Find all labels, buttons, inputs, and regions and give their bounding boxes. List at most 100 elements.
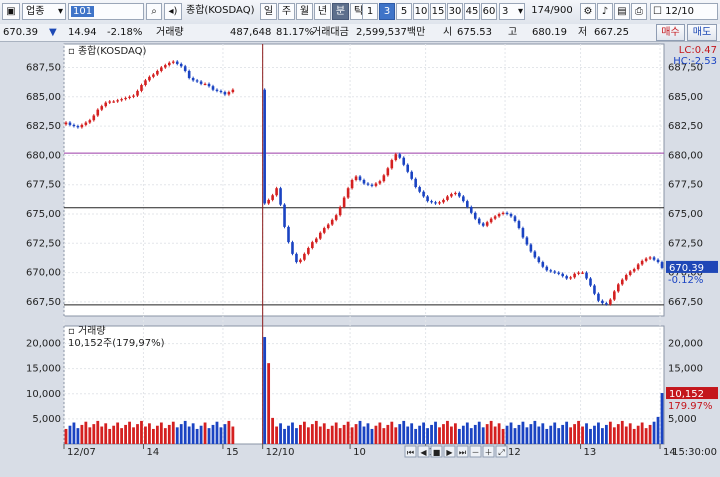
candle-body bbox=[295, 253, 298, 263]
volume-bar bbox=[195, 428, 199, 444]
price-change: 14.94 bbox=[68, 27, 97, 38]
volume-bar bbox=[465, 422, 469, 444]
tab-minute[interactable]: 분 bbox=[332, 3, 349, 20]
volume-bar bbox=[132, 427, 135, 444]
candle-body bbox=[521, 228, 525, 238]
candle-body bbox=[219, 90, 223, 93]
candle-body bbox=[517, 221, 521, 229]
candle-body bbox=[569, 277, 572, 279]
volume-bar bbox=[569, 427, 573, 444]
volume-bar bbox=[287, 425, 290, 444]
volume-bar bbox=[299, 424, 302, 444]
volume-bar bbox=[354, 424, 358, 444]
tab-week[interactable]: 주 bbox=[278, 3, 295, 20]
sell-button[interactable]: 매도 bbox=[687, 24, 717, 41]
crosshair-time-label: 15:30:00 bbox=[672, 447, 717, 458]
candle-body bbox=[640, 260, 644, 265]
volume-bar bbox=[565, 421, 569, 444]
price-tick-label-right: 682,50 bbox=[668, 121, 703, 132]
window-icon[interactable]: ▣ bbox=[2, 3, 20, 20]
volume-bar bbox=[616, 424, 620, 444]
candle-body bbox=[477, 218, 481, 224]
volume-bar bbox=[271, 417, 275, 444]
price-tick-label-left: 685,00 bbox=[26, 92, 61, 103]
hc-label: HC:-2.53 bbox=[673, 56, 717, 67]
first-icon-glyph: ⏮ bbox=[407, 448, 414, 457]
tab-day[interactable]: 일 bbox=[260, 3, 277, 20]
current-volume-rate-label: 179.97% bbox=[668, 401, 713, 412]
candle-body bbox=[311, 242, 314, 248]
price-tick-label-right: 685,00 bbox=[668, 92, 703, 103]
tab-month[interactable]: 월 bbox=[296, 3, 313, 20]
volume-bar bbox=[346, 421, 350, 444]
interval-1[interactable]: 1 bbox=[362, 3, 378, 20]
volume-tick-label-right: 5,000 bbox=[668, 414, 697, 425]
candle-body bbox=[92, 115, 96, 121]
candle-body bbox=[183, 66, 187, 71]
candle-body bbox=[454, 192, 457, 195]
volume-bar bbox=[362, 426, 366, 444]
interval-45[interactable]: 45 bbox=[464, 3, 480, 20]
price-tick-label-left: 680,00 bbox=[26, 150, 61, 161]
category-select[interactable]: 업종 ▾ bbox=[22, 3, 66, 20]
interval-10[interactable]: 10 bbox=[413, 3, 429, 20]
price-tick-label-left: 672,50 bbox=[26, 238, 61, 249]
volume-bar bbox=[410, 423, 414, 444]
volume-bar bbox=[338, 428, 342, 444]
time-field[interactable]: ☐ 12/10 bbox=[650, 3, 718, 20]
search-icon[interactable]: ⌕ bbox=[146, 3, 162, 20]
candle-body bbox=[112, 101, 115, 103]
volume-bar bbox=[175, 427, 179, 444]
candlestick-chart[interactable]: 687,50 687,50685,00 685,00682,50 682,50680,… bbox=[0, 42, 720, 477]
candle-body bbox=[497, 214, 501, 217]
interval-3[interactable]: 3 bbox=[379, 3, 395, 20]
print-icon[interactable]: ⎙ bbox=[631, 3, 647, 20]
volume-bar bbox=[648, 424, 652, 444]
volume-bar bbox=[366, 423, 370, 444]
volume-bar bbox=[477, 421, 481, 444]
interval-15[interactable]: 15 bbox=[430, 3, 446, 20]
volume-bar bbox=[541, 423, 545, 444]
volume-bar bbox=[223, 424, 227, 444]
interval-60[interactable]: 60 bbox=[481, 3, 497, 20]
volume-tick-label-left: 5,000 bbox=[32, 414, 61, 425]
candle-body bbox=[307, 248, 310, 254]
interval-value-select[interactable]: 3 ▾ bbox=[499, 3, 525, 20]
tab-year[interactable]: 년 bbox=[314, 3, 331, 20]
candle-body bbox=[167, 62, 171, 66]
candle-body bbox=[330, 219, 334, 225]
checkbox-icon[interactable]: ☐ bbox=[653, 6, 662, 17]
volume-bar bbox=[227, 420, 231, 444]
candle-body bbox=[267, 199, 270, 204]
buy-button[interactable]: 매수 bbox=[656, 24, 685, 41]
settings-icon[interactable]: ⚙ bbox=[580, 3, 596, 20]
current-change-label: -0.12% bbox=[668, 275, 703, 286]
save-icon[interactable]: ▤ bbox=[614, 3, 630, 20]
volume-bar bbox=[267, 363, 271, 444]
candle-body bbox=[422, 191, 425, 197]
candle-body bbox=[565, 276, 568, 279]
sound-icon[interactable]: ♪ bbox=[597, 3, 613, 20]
chevron-down-icon: ▾ bbox=[517, 6, 523, 17]
volume-bar bbox=[152, 428, 155, 444]
candle-body bbox=[124, 97, 127, 100]
candle-body bbox=[88, 120, 92, 123]
interval-5[interactable]: 5 bbox=[396, 3, 412, 20]
speaker-icon[interactable]: ◂) bbox=[164, 3, 182, 20]
candle-body bbox=[656, 259, 660, 263]
volume-bar bbox=[155, 425, 159, 444]
candle-body bbox=[466, 201, 469, 207]
open-value: 675.53 bbox=[457, 27, 492, 38]
volume-bar bbox=[469, 428, 473, 444]
interval-30[interactable]: 30 bbox=[447, 3, 463, 20]
candle-body bbox=[80, 124, 84, 128]
volume-bar bbox=[374, 425, 378, 444]
volume-value: 487,648 bbox=[230, 27, 272, 38]
volume-bar bbox=[219, 427, 223, 444]
candle-body bbox=[537, 257, 541, 263]
code-input[interactable]: 101 bbox=[68, 3, 144, 20]
candle-body bbox=[430, 201, 433, 203]
volume-bar bbox=[481, 427, 485, 444]
candle-body bbox=[350, 180, 354, 189]
volume-bar bbox=[414, 428, 418, 444]
